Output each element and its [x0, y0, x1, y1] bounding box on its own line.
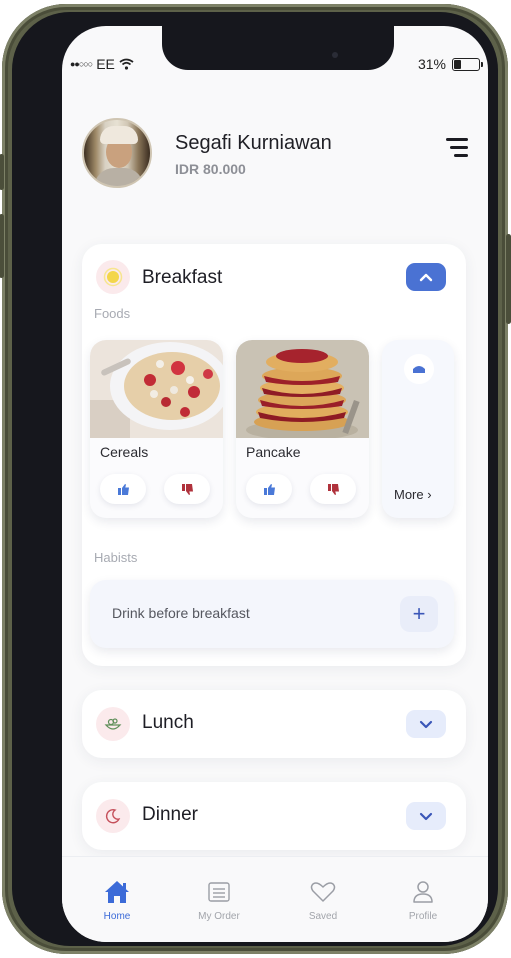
collapse-breakfast-button[interactable] [406, 263, 446, 291]
order-icon [184, 877, 254, 907]
thumbs-up-icon [117, 483, 129, 495]
thumbs-down-icon [181, 483, 193, 495]
expand-dinner-button[interactable] [406, 802, 446, 830]
phone-bezel: ●●○○○ EE 31% Segafi Kurniawan IDR 80.000 [12, 12, 498, 946]
mute-switch [0, 154, 4, 190]
dinner-card[interactable]: Dinner [82, 782, 466, 850]
dinner-title: Dinner [142, 804, 198, 825]
wifi-icon [119, 58, 134, 70]
add-habit-button[interactable]: + [400, 596, 438, 632]
breakfast-card: Breakfast Foods Cereals Pancake More › H… [82, 244, 466, 666]
bread-icon [404, 354, 434, 384]
expand-lunch-button[interactable] [406, 710, 446, 738]
user-name: Segafi Kurniawan [175, 132, 332, 154]
tab-bar: Home My Order Saved Profile [62, 856, 488, 942]
chevron-right-icon: › [427, 487, 432, 502]
plus-icon: + [412, 601, 426, 626]
food-card-pancake[interactable]: Pancake [236, 340, 369, 518]
signal-strength: ●●○○○ [70, 59, 93, 69]
moon-icon [96, 799, 130, 833]
avatar-shirt [94, 168, 144, 186]
sun-icon [96, 260, 130, 294]
thumbs-up-icon [263, 483, 275, 495]
tab-label-saved: Saved [308, 911, 338, 922]
battery-level [454, 59, 462, 69]
status-bar-left: ●●○○○ EE [70, 56, 134, 72]
menu-icon[interactable] [442, 138, 468, 160]
battery-icon [452, 57, 483, 71]
tab-label-my-order: My Order [198, 911, 240, 922]
more-foods-button[interactable]: More › [382, 340, 454, 518]
tab-label-home: Home [103, 911, 131, 922]
lunch-title: Lunch [142, 712, 194, 733]
tab-home[interactable]: Home [82, 877, 152, 922]
like-button-pancake[interactable] [246, 474, 292, 504]
user-icon [388, 877, 458, 907]
food-card-cereals[interactable]: Cereals [90, 340, 223, 518]
avatar[interactable] [82, 118, 152, 188]
app-screen: ●●○○○ EE 31% Segafi Kurniawan IDR 80.000 [62, 26, 488, 942]
phone-frame: ●●○○○ EE 31% Segafi Kurniawan IDR 80.000 [0, 4, 511, 954]
power-button [506, 234, 511, 324]
cereals-image [90, 340, 223, 438]
more-label: More › [394, 487, 432, 502]
avatar-hat [100, 126, 138, 144]
habit-text: Drink before breakfast [112, 605, 250, 621]
tab-label-profile: Profile [408, 911, 438, 922]
heart-icon [288, 877, 358, 907]
battery-percent: 31% [417, 56, 446, 72]
habits-label: Habists [94, 550, 138, 565]
breakfast-title: Breakfast [142, 267, 223, 288]
like-button-cereals[interactable] [100, 474, 146, 504]
tab-my-order[interactable]: My Order [184, 877, 254, 922]
user-balance: IDR 80.000 [175, 161, 246, 177]
lunch-card[interactable]: Lunch [82, 690, 466, 758]
home-icon [82, 877, 152, 907]
foods-label: Foods [94, 306, 131, 321]
chevron-down-icon [419, 720, 433, 729]
pancake-image [236, 340, 369, 438]
food-name-cereals: Cereals [100, 444, 149, 460]
tab-saved[interactable]: Saved [288, 877, 358, 922]
tab-profile[interactable]: Profile [388, 877, 458, 922]
status-bar-right: 31% [417, 56, 483, 72]
carrier-name: EE [96, 56, 115, 72]
thumbs-down-icon [327, 483, 339, 495]
dislike-button-pancake[interactable] [310, 474, 356, 504]
chevron-down-icon [419, 812, 433, 821]
habit-item[interactable]: Drink before breakfast + [90, 580, 454, 648]
salad-icon [96, 707, 130, 741]
camera [332, 52, 338, 58]
notch [162, 26, 394, 70]
chevron-up-icon [419, 273, 433, 282]
food-name-pancake: Pancake [246, 444, 301, 460]
dislike-button-cereals[interactable] [164, 474, 210, 504]
volume-up-button [0, 214, 4, 278]
